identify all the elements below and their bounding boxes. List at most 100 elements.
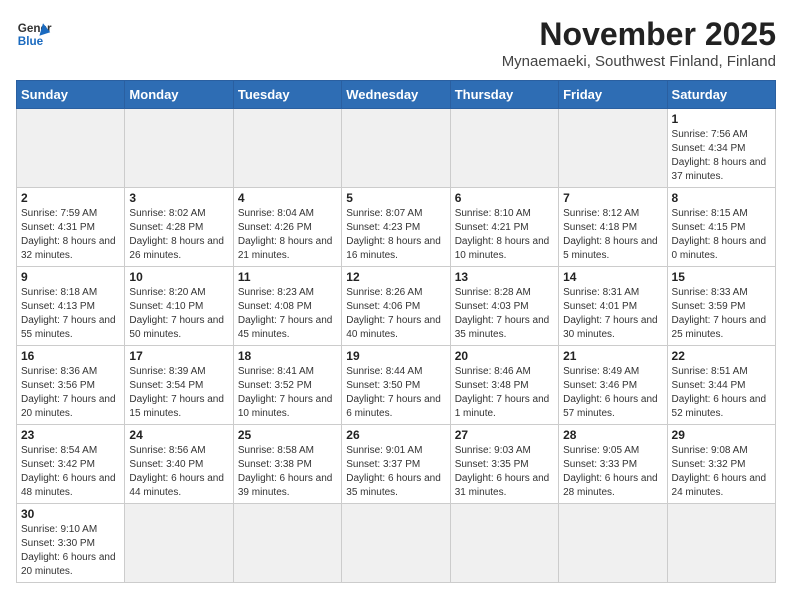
day-info: Sunrise: 8:36 AM Sunset: 3:56 PM Dayligh… xyxy=(21,365,120,421)
calendar-table: SundayMondayTuesdayWednesdayThursdayFrid… xyxy=(16,80,776,583)
day-number: 8 xyxy=(672,191,771,205)
day-number: 7 xyxy=(563,191,662,205)
logo-icon: General Blue xyxy=(16,16,52,52)
calendar-cell: 7 Sunrise: 8:12 AM Sunset: 4:18 PM Daylig… xyxy=(559,188,667,267)
day-number: 28 xyxy=(563,428,662,442)
day-info: Sunrise: 9:10 AM Sunset: 3:30 PM Dayligh… xyxy=(21,523,120,579)
calendar-cell: 8 Sunrise: 8:15 AM Sunset: 4:15 PM Daylig… xyxy=(667,188,775,267)
day-number: 26 xyxy=(346,428,445,442)
calendar-cell xyxy=(233,109,341,188)
calendar-week-row: 1Sunrise: 7:56 AM Sunset: 4:34 PM Daylig… xyxy=(17,109,776,188)
calendar-cell: 20Sunrise: 8:46 AM Sunset: 3:48 PM Dayli… xyxy=(450,346,558,425)
day-info: Sunrise: 8:23 AM Sunset: 4:08 PM Dayligh… xyxy=(238,286,337,342)
day-info: Sunrise: 8:54 AM Sunset: 3:42 PM Dayligh… xyxy=(21,444,120,500)
calendar-cell xyxy=(450,504,558,583)
day-info: Sunrise: 9:01 AM Sunset: 3:37 PM Dayligh… xyxy=(346,444,445,500)
day-number: 13 xyxy=(455,270,554,284)
day-number: 19 xyxy=(346,349,445,363)
logo: General Blue xyxy=(16,16,52,52)
day-info: Sunrise: 8:04 AM Sunset: 4:26 PM Dayligh… xyxy=(238,207,337,263)
calendar-cell: 18Sunrise: 8:41 AM Sunset: 3:52 PM Dayli… xyxy=(233,346,341,425)
calendar-cell: 15Sunrise: 8:33 AM Sunset: 3:59 PM Dayli… xyxy=(667,267,775,346)
day-number: 23 xyxy=(21,428,120,442)
day-info: Sunrise: 8:58 AM Sunset: 3:38 PM Dayligh… xyxy=(238,444,337,500)
day-number: 2 xyxy=(21,191,120,205)
day-info: Sunrise: 9:08 AM Sunset: 3:32 PM Dayligh… xyxy=(672,444,771,500)
column-header-wednesday: Wednesday xyxy=(342,81,450,109)
day-info: Sunrise: 8:02 AM Sunset: 4:28 PM Dayligh… xyxy=(129,207,228,263)
calendar-cell: 2 Sunrise: 7:59 AM Sunset: 4:31 PM Daylig… xyxy=(17,188,125,267)
calendar-cell: 13 Sunrise: 8:28 AM Sunset: 4:03 PM Dayli… xyxy=(450,267,558,346)
page-header: General Blue November 2025 Mynaemaeki, S… xyxy=(16,16,776,70)
calendar-cell: 3Sunrise: 8:02 AM Sunset: 4:28 PM Daylig… xyxy=(125,188,233,267)
calendar-cell xyxy=(233,504,341,583)
calendar-cell xyxy=(17,109,125,188)
calendar-cell: 22Sunrise: 8:51 AM Sunset: 3:44 PM Dayli… xyxy=(667,346,775,425)
day-info: Sunrise: 8:07 AM Sunset: 4:23 PM Dayligh… xyxy=(346,207,445,263)
day-info: Sunrise: 8:18 AM Sunset: 4:13 PM Dayligh… xyxy=(21,286,120,342)
column-header-sunday: Sunday xyxy=(17,81,125,109)
day-number: 27 xyxy=(455,428,554,442)
day-info: Sunrise: 8:49 AM Sunset: 3:46 PM Dayligh… xyxy=(563,365,662,421)
calendar-cell: 23 Sunrise: 8:54 AM Sunset: 3:42 PM Dayli… xyxy=(17,425,125,504)
column-header-monday: Monday xyxy=(125,81,233,109)
calendar-cell: 10 Sunrise: 8:20 AM Sunset: 4:10 PM Dayli… xyxy=(125,267,233,346)
day-info: Sunrise: 8:46 AM Sunset: 3:48 PM Dayligh… xyxy=(455,365,554,421)
day-info: Sunrise: 8:28 AM Sunset: 4:03 PM Dayligh… xyxy=(455,286,554,342)
calendar-cell: 5 Sunrise: 8:07 AM Sunset: 4:23 PM Daylig… xyxy=(342,188,450,267)
calendar-week-row: 9Sunrise: 8:18 AM Sunset: 4:13 PM Daylig… xyxy=(17,267,776,346)
calendar-cell: 12 Sunrise: 8:26 AM Sunset: 4:06 PM Dayli… xyxy=(342,267,450,346)
month-title: November 2025 xyxy=(502,16,776,53)
day-info: Sunrise: 8:31 AM Sunset: 4:01 PM Dayligh… xyxy=(563,286,662,342)
column-header-thursday: Thursday xyxy=(450,81,558,109)
day-number: 11 xyxy=(238,270,337,284)
calendar-cell xyxy=(342,109,450,188)
calendar-week-row: 2 Sunrise: 7:59 AM Sunset: 4:31 PM Daylig… xyxy=(17,188,776,267)
column-header-tuesday: Tuesday xyxy=(233,81,341,109)
day-info: Sunrise: 8:26 AM Sunset: 4:06 PM Dayligh… xyxy=(346,286,445,342)
day-info: Sunrise: 8:20 AM Sunset: 4:10 PM Dayligh… xyxy=(129,286,228,342)
day-info: Sunrise: 8:10 AM Sunset: 4:21 PM Dayligh… xyxy=(455,207,554,263)
day-info: Sunrise: 7:56 AM Sunset: 4:34 PM Dayligh… xyxy=(672,128,771,184)
day-number: 4 xyxy=(238,191,337,205)
day-number: 5 xyxy=(346,191,445,205)
calendar-cell: 27 Sunrise: 9:03 AM Sunset: 3:35 PM Dayli… xyxy=(450,425,558,504)
title-area: November 2025 Mynaemaeki, Southwest Finl… xyxy=(502,16,776,70)
day-number: 14 xyxy=(563,270,662,284)
calendar-cell xyxy=(667,504,775,583)
day-number: 15 xyxy=(672,270,771,284)
day-number: 6 xyxy=(455,191,554,205)
day-number: 17 xyxy=(129,349,228,363)
day-number: 24 xyxy=(129,428,228,442)
day-info: Sunrise: 8:12 AM Sunset: 4:18 PM Dayligh… xyxy=(563,207,662,263)
calendar-cell: 19 Sunrise: 8:44 AM Sunset: 3:50 PM Dayli… xyxy=(342,346,450,425)
day-info: Sunrise: 7:59 AM Sunset: 4:31 PM Dayligh… xyxy=(21,207,120,263)
day-info: Sunrise: 8:44 AM Sunset: 3:50 PM Dayligh… xyxy=(346,365,445,421)
calendar-cell: 29Sunrise: 9:08 AM Sunset: 3:32 PM Dayli… xyxy=(667,425,775,504)
day-number: 10 xyxy=(129,270,228,284)
svg-text:Blue: Blue xyxy=(18,35,44,48)
calendar-cell: 26 Sunrise: 9:01 AM Sunset: 3:37 PM Dayli… xyxy=(342,425,450,504)
calendar-week-row: 16Sunrise: 8:36 AM Sunset: 3:56 PM Dayli… xyxy=(17,346,776,425)
column-header-saturday: Saturday xyxy=(667,81,775,109)
calendar-cell xyxy=(559,109,667,188)
day-number: 25 xyxy=(238,428,337,442)
calendar-cell: 28Sunrise: 9:05 AM Sunset: 3:33 PM Dayli… xyxy=(559,425,667,504)
day-number: 18 xyxy=(238,349,337,363)
calendar-header-row: SundayMondayTuesdayWednesdayThursdayFrid… xyxy=(17,81,776,109)
day-number: 12 xyxy=(346,270,445,284)
calendar-cell xyxy=(559,504,667,583)
day-info: Sunrise: 8:39 AM Sunset: 3:54 PM Dayligh… xyxy=(129,365,228,421)
calendar-cell: 17 Sunrise: 8:39 AM Sunset: 3:54 PM Dayli… xyxy=(125,346,233,425)
calendar-cell: 6 Sunrise: 8:10 AM Sunset: 4:21 PM Daylig… xyxy=(450,188,558,267)
location-title: Mynaemaeki, Southwest Finland, Finland xyxy=(502,53,776,70)
calendar-cell: 4 Sunrise: 8:04 AM Sunset: 4:26 PM Daylig… xyxy=(233,188,341,267)
calendar-cell xyxy=(125,504,233,583)
calendar-cell: 24 Sunrise: 8:56 AM Sunset: 3:40 PM Dayli… xyxy=(125,425,233,504)
day-info: Sunrise: 9:03 AM Sunset: 3:35 PM Dayligh… xyxy=(455,444,554,500)
calendar-cell: 16Sunrise: 8:36 AM Sunset: 3:56 PM Dayli… xyxy=(17,346,125,425)
day-info: Sunrise: 8:56 AM Sunset: 3:40 PM Dayligh… xyxy=(129,444,228,500)
calendar-cell: 21Sunrise: 8:49 AM Sunset: 3:46 PM Dayli… xyxy=(559,346,667,425)
calendar-cell xyxy=(125,109,233,188)
day-info: Sunrise: 8:15 AM Sunset: 4:15 PM Dayligh… xyxy=(672,207,771,263)
